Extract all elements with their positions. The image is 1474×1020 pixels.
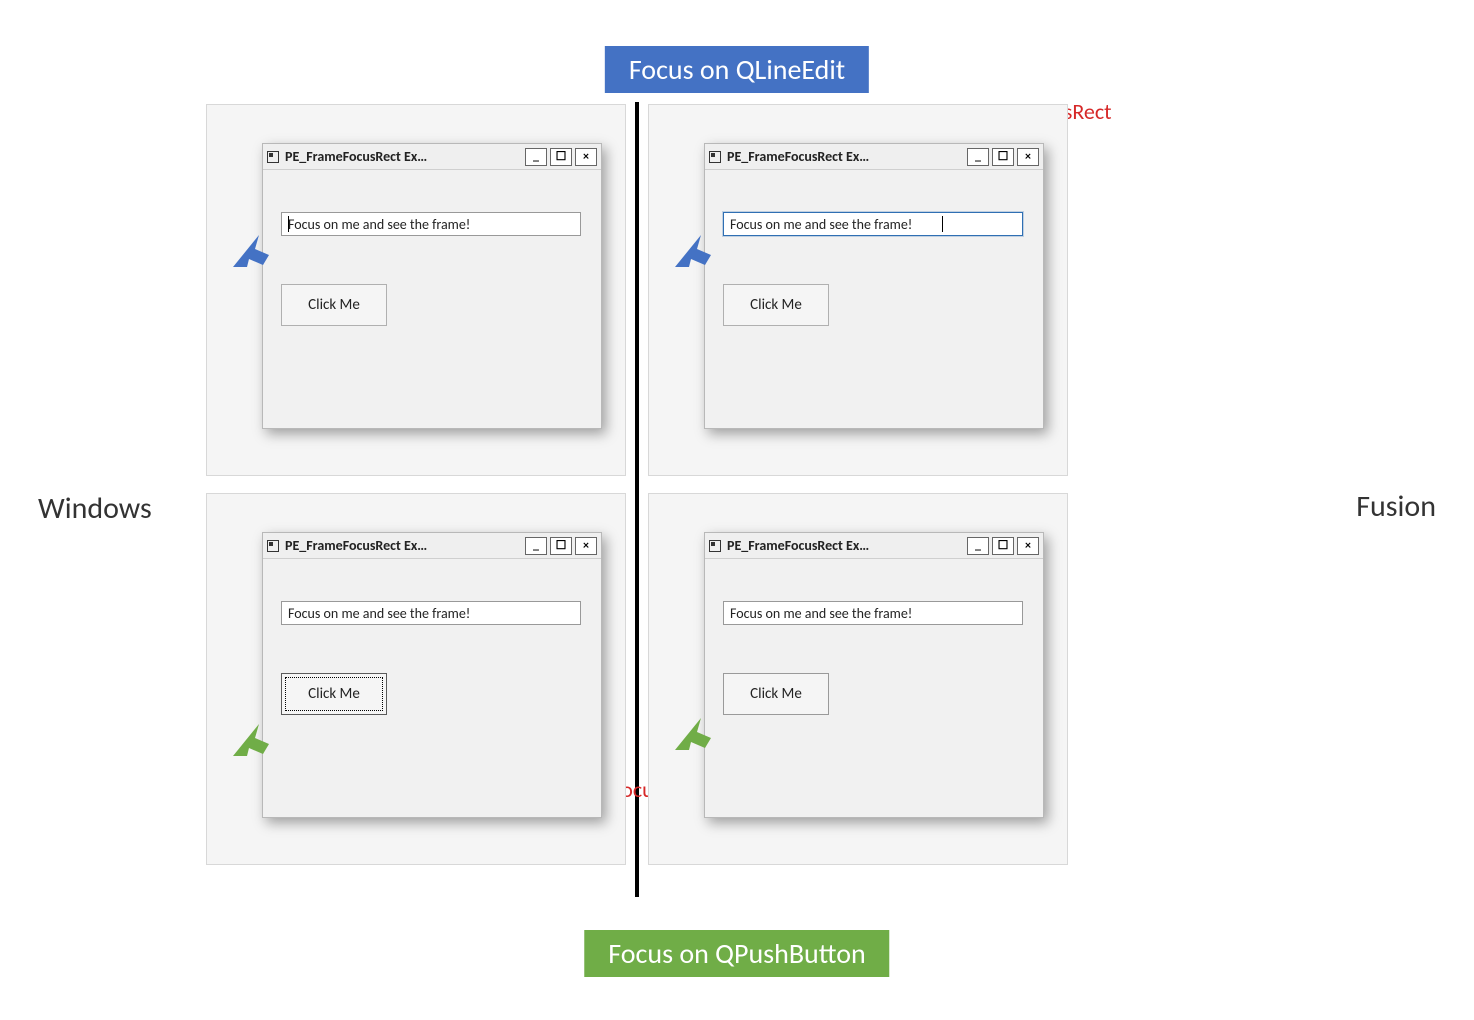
minimize-button[interactable]: _: [967, 537, 989, 555]
pointer-arrow-icon: [675, 714, 711, 750]
close-button[interactable]: ×: [575, 537, 597, 555]
maximize-button[interactable]: ☐: [550, 537, 572, 555]
label-fusion-style: Fusion: [1356, 488, 1436, 525]
maximize-button[interactable]: ☐: [550, 148, 572, 166]
window-title: PE_FrameFocusRect Ex…: [285, 148, 525, 165]
window-title: PE_FrameFocusRect Ex…: [727, 148, 967, 165]
click-me-button[interactable]: Click Me: [723, 284, 829, 326]
app-icon: [267, 151, 279, 163]
lineedit-input[interactable]: Focus on me and see the frame!: [281, 601, 581, 625]
button-label: Click Me: [308, 296, 360, 314]
pointer-arrow-icon: [233, 720, 269, 756]
lineedit-input[interactable]: Focus on me and see the frame!: [723, 212, 1023, 236]
click-me-button[interactable]: Click Me: [281, 284, 387, 326]
close-button[interactable]: ×: [1017, 537, 1039, 555]
banner-focus-pushbutton: Focus on QPushButton: [584, 930, 889, 977]
lineedit-text: Focus on me and see the frame!: [730, 605, 912, 622]
titlebar: PE_FrameFocusRect Ex… _ ☐ ×: [705, 144, 1043, 170]
maximize-button[interactable]: ☐: [992, 537, 1014, 555]
button-label: Click Me: [750, 685, 802, 703]
titlebar: PE_FrameFocusRect Ex… _ ☐ ×: [705, 533, 1043, 559]
click-me-button[interactable]: Click Me: [723, 673, 829, 715]
minimize-button[interactable]: _: [525, 537, 547, 555]
window-title: PE_FrameFocusRect Ex…: [285, 537, 525, 554]
app-window: PE_FrameFocusRect Ex… _ ☐ × Focus on me …: [704, 143, 1044, 429]
panel-windows-lineedit: PE_FrameFocusRect Ex… _ ☐ × Focus on me …: [206, 104, 626, 476]
app-icon: [709, 540, 721, 552]
window-title: PE_FrameFocusRect Ex…: [727, 537, 967, 554]
pointer-arrow-icon: [233, 231, 269, 267]
label-windows-style: Windows: [38, 490, 152, 527]
panel-windows-pushbutton: PE_FrameFocusRect Ex… _ ☐ × Focus on me …: [206, 493, 626, 865]
app-window: PE_FrameFocusRect Ex… _ ☐ × Focus on me …: [262, 143, 602, 429]
button-label: Click Me: [308, 685, 360, 703]
app-icon: [267, 540, 279, 552]
maximize-button[interactable]: ☐: [992, 148, 1014, 166]
panel-fusion-lineedit: PE_FrameFocusRect Ex… _ ☐ × Focus on me …: [648, 104, 1068, 476]
text-caret: [942, 216, 943, 232]
click-me-button[interactable]: Click Me: [281, 673, 387, 715]
lineedit-input[interactable]: Focus on me and see the frame!: [723, 601, 1023, 625]
close-button[interactable]: ×: [1017, 148, 1039, 166]
lineedit-text: Focus on me and see the frame!: [288, 216, 470, 233]
titlebar: PE_FrameFocusRect Ex… _ ☐ ×: [263, 533, 601, 559]
button-label: Click Me: [750, 296, 802, 314]
minimize-button[interactable]: _: [967, 148, 989, 166]
lineedit-text: Focus on me and see the frame!: [288, 605, 470, 622]
minimize-button[interactable]: _: [525, 148, 547, 166]
pointer-arrow-icon: [675, 231, 711, 267]
titlebar: PE_FrameFocusRect Ex… _ ☐ ×: [263, 144, 601, 170]
app-window: PE_FrameFocusRect Ex… _ ☐ × Focus on me …: [704, 532, 1044, 818]
text-caret: [288, 216, 289, 232]
panel-fusion-pushbutton: PE_FrameFocusRect Ex… _ ☐ × Focus on me …: [648, 493, 1068, 865]
banner-focus-lineedit: Focus on QLineEdit: [605, 46, 869, 93]
app-icon: [709, 151, 721, 163]
lineedit-text: Focus on me and see the frame!: [730, 216, 912, 233]
app-window: PE_FrameFocusRect Ex… _ ☐ × Focus on me …: [262, 532, 602, 818]
lineedit-input[interactable]: Focus on me and see the frame!: [281, 212, 581, 236]
close-button[interactable]: ×: [575, 148, 597, 166]
